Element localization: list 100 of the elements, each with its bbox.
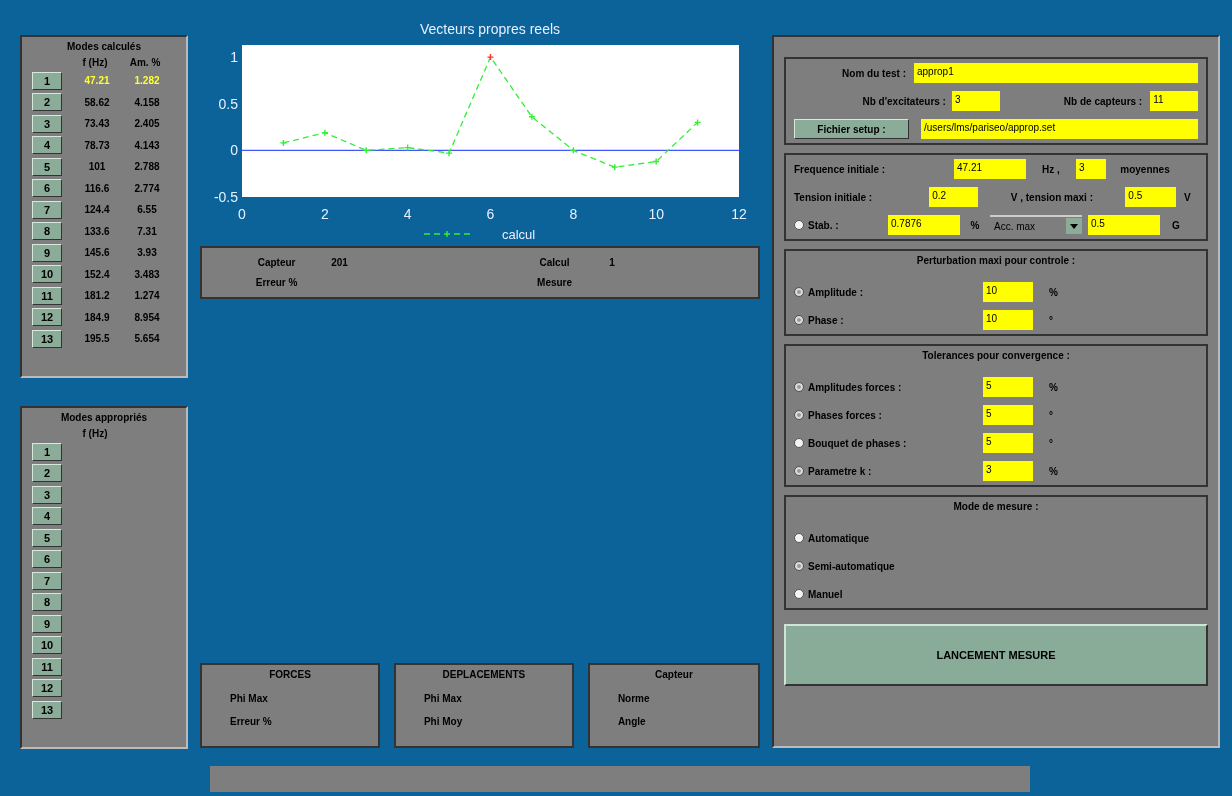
column-header: Am. % (128, 57, 162, 68)
radio-label: Bouquet de phases : (808, 437, 908, 449)
amplitude-cell-text: 4.158 (133, 96, 161, 108)
box-title: DEPLACEMENTS (441, 669, 527, 681)
input-field[interactable]: 11 (1150, 91, 1198, 111)
legend-swatch (423, 230, 471, 238)
x-tick-label: 0 (238, 206, 246, 222)
info-value: 201 (331, 256, 349, 268)
mode-button[interactable]: 1 (32, 71, 62, 90)
input-field[interactable]: 3 (1076, 159, 1106, 179)
radio-button[interactable] (794, 220, 804, 230)
mode-button[interactable]: 11 (32, 286, 62, 305)
input-field[interactable]: 10 (983, 310, 1033, 330)
frequency-cell-text: 195.5 (83, 333, 111, 345)
input-field[interactable]: 3 (983, 461, 1033, 481)
data-point (693, 118, 702, 127)
mode-button[interactable]: 9 (32, 614, 62, 633)
mode-button[interactable]: 10 (32, 265, 62, 284)
mode-button[interactable]: 1 (32, 442, 62, 461)
mode-button[interactable]: 7 (32, 200, 62, 219)
mode-button[interactable]: 6 (32, 550, 62, 569)
result-label: Angle (616, 716, 647, 727)
input-field[interactable]: 0.2 (929, 187, 979, 207)
mode-button[interactable]: 3 (32, 485, 62, 504)
mode-button[interactable]: 7 (32, 571, 62, 590)
input-field[interactable]: 5 (983, 377, 1033, 397)
mode-button[interactable]: 13 (32, 329, 62, 348)
mode-button[interactable]: 12 (32, 679, 62, 698)
mode-button[interactable]: 10 (32, 636, 62, 655)
input-field[interactable]: 0.5 (1125, 187, 1177, 207)
amplitude-cell-text: 2.405 (133, 118, 161, 130)
radio-label: Phases forces : (808, 409, 883, 421)
group-title: Perturbation maxi pour controle : (915, 255, 1077, 266)
input-field[interactable]: 3 (951, 91, 1000, 111)
input-field[interactable]: 0.5 (1088, 215, 1160, 235)
result-label: Phi Max (422, 693, 463, 704)
result-label: Phi Max (229, 693, 269, 704)
frequency-cell-text: 47.21 (83, 75, 111, 87)
radio-button[interactable] (794, 315, 804, 325)
unit-label: % (969, 219, 981, 231)
input-field[interactable]: approp1 (914, 63, 1198, 83)
input-field[interactable]: 0.7876 (888, 215, 960, 235)
mode-button[interactable]: 2 (32, 93, 62, 112)
amplitude-cell-text: 6.55 (136, 204, 158, 216)
info-label: Mesure (536, 277, 574, 289)
frequency-cell-text: 152.4 (83, 268, 111, 280)
mode-button[interactable]: 4 (32, 507, 62, 526)
amplitude-cell-text: 2.774 (133, 182, 161, 194)
frequency-cell-text: 181.2 (83, 290, 111, 302)
mode-button[interactable]: 5 (32, 528, 62, 547)
radio-label: Manuel (808, 588, 843, 600)
launch-measure-button[interactable]: LANCEMENT MESURE (784, 624, 1208, 686)
mode-button[interactable]: 2 (32, 464, 62, 483)
frequency-cell-text: 145.6 (83, 247, 111, 259)
input-field[interactable]: 5 (983, 433, 1033, 453)
radio-button[interactable] (794, 589, 804, 599)
mode-button[interactable]: 9 (32, 243, 62, 262)
mode-button[interactable]: 3 (32, 114, 62, 133)
mode-button[interactable]: 8 (32, 222, 62, 241)
setup-file-button[interactable]: Fichier setup : (794, 119, 909, 139)
mode-button[interactable]: 6 (32, 179, 62, 198)
radio-button[interactable] (794, 561, 804, 571)
field-label: V , tension maxi : (1009, 191, 1094, 203)
result-label: Norme (616, 693, 651, 704)
mode-button[interactable]: 12 (32, 308, 62, 327)
frequency-cell-text: 73.43 (83, 118, 111, 130)
frequency-cell-text: 78.73 (83, 139, 111, 151)
x-tick-label: 12 (731, 206, 747, 222)
amplitude-cell-text: 3.483 (133, 268, 161, 280)
amplitude-cell-text: 1.282 (133, 75, 161, 87)
input-field[interactable]: 10 (983, 282, 1033, 302)
radio-button[interactable] (794, 466, 804, 476)
y-tick-label: 1 (230, 49, 238, 66)
radio-label: Automatique (808, 532, 870, 544)
input-field[interactable]: 47.21 (954, 159, 1026, 179)
mode-button[interactable]: 8 (32, 593, 62, 612)
unit-label: ° (1048, 314, 1053, 326)
y-tick-label: 0 (230, 142, 238, 159)
radio-button[interactable] (794, 410, 804, 420)
dropdown[interactable]: Acc. max (990, 215, 1082, 235)
radio-label: Parametre k : (808, 465, 873, 477)
mode-button[interactable]: 13 (32, 700, 62, 719)
radio-button[interactable] (794, 287, 804, 297)
mode-button[interactable]: 5 (32, 157, 62, 176)
x-tick-label: 2 (320, 206, 329, 222)
amplitude-cell-text: 7.31 (136, 225, 158, 237)
unit-label: G (1171, 219, 1181, 231)
radio-button[interactable] (794, 533, 804, 543)
mode-button[interactable]: 4 (32, 136, 62, 155)
radio-button[interactable] (794, 438, 804, 448)
unit-label: V (1182, 191, 1192, 203)
unit-label: % (1048, 381, 1058, 393)
radio-button[interactable] (794, 382, 804, 392)
input-field[interactable]: /users/lms/pariseo/approp.set (921, 119, 1198, 139)
data-point (321, 128, 329, 137)
mode-button[interactable]: 11 (32, 657, 62, 676)
radio-label: Semi-automatique (808, 560, 895, 572)
frequency-cell-text: 133.6 (83, 225, 111, 237)
input-field[interactable]: 5 (983, 405, 1033, 425)
panel-title: Modes appropriés (59, 412, 149, 425)
